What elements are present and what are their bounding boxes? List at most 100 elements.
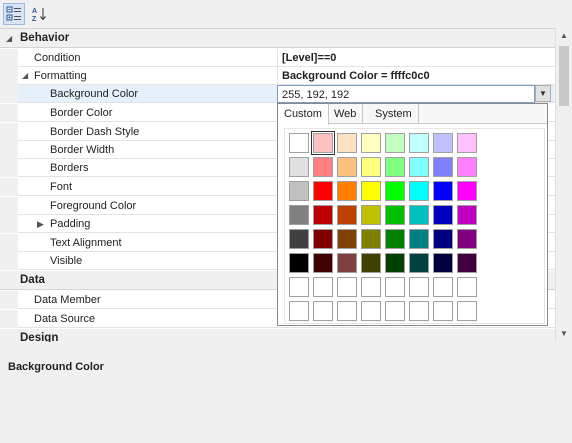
- background-color-input[interactable]: 255, 192, 192: [277, 85, 535, 103]
- color-swatch[interactable]: [313, 157, 333, 177]
- tab-custom[interactable]: Custom: [278, 104, 329, 125]
- category-label: Behavior: [20, 32, 70, 44]
- color-swatch[interactable]: [385, 229, 405, 249]
- color-swatch[interactable]: [361, 277, 381, 297]
- color-swatch[interactable]: [361, 133, 381, 153]
- color-swatch[interactable]: [313, 253, 333, 273]
- category-design[interactable]: Design: [0, 329, 555, 342]
- property-name: Padding: [50, 218, 91, 230]
- row-gutter: [0, 215, 18, 233]
- color-swatch[interactable]: [457, 157, 477, 177]
- color-swatch[interactable]: [313, 277, 333, 297]
- color-swatch[interactable]: [457, 181, 477, 201]
- color-swatch[interactable]: [361, 205, 381, 225]
- color-swatch[interactable]: [289, 181, 309, 201]
- property-row-formatting[interactable]: ◢ Formatting Background Color = ffffc0c0: [0, 67, 555, 85]
- color-swatch[interactable]: [337, 205, 357, 225]
- color-swatch[interactable]: [433, 253, 453, 273]
- row-gutter: [0, 197, 18, 215]
- category-behavior[interactable]: ◢ Behavior: [0, 29, 555, 48]
- color-swatch[interactable]: [433, 181, 453, 201]
- color-swatch[interactable]: [433, 301, 453, 321]
- color-swatch[interactable]: [409, 229, 429, 249]
- color-swatch[interactable]: [433, 277, 453, 297]
- color-swatch[interactable]: [433, 229, 453, 249]
- color-swatch[interactable]: [289, 229, 309, 249]
- color-swatch[interactable]: [337, 229, 357, 249]
- color-swatch[interactable]: [385, 133, 405, 153]
- color-swatch[interactable]: [361, 253, 381, 273]
- color-swatch[interactable]: [289, 157, 309, 177]
- color-swatch[interactable]: [433, 205, 453, 225]
- color-swatch[interactable]: [289, 277, 309, 297]
- color-swatch[interactable]: [289, 133, 309, 153]
- color-swatch[interactable]: [337, 301, 357, 321]
- row-gutter: [0, 104, 18, 122]
- expand-icon[interactable]: ▶: [37, 215, 44, 233]
- color-swatch[interactable]: [337, 181, 357, 201]
- color-swatch[interactable]: [385, 301, 405, 321]
- color-swatch[interactable]: [409, 133, 429, 153]
- property-row-condition[interactable]: Condition [Level]==0: [0, 49, 555, 67]
- color-swatch[interactable]: [409, 301, 429, 321]
- color-swatch[interactable]: [361, 229, 381, 249]
- scroll-down-button[interactable]: ▼: [556, 326, 572, 342]
- color-swatch[interactable]: [313, 301, 333, 321]
- color-swatch[interactable]: [385, 253, 405, 273]
- color-swatch[interactable]: [433, 133, 453, 153]
- color-swatch[interactable]: [457, 205, 477, 225]
- property-name: Data Source: [34, 313, 96, 325]
- scroll-thumb[interactable]: [559, 46, 569, 106]
- color-swatch[interactable]: [409, 205, 429, 225]
- color-swatch[interactable]: [313, 205, 333, 225]
- categorized-view-button[interactable]: [3, 3, 25, 25]
- color-swatch[interactable]: [361, 181, 381, 201]
- color-swatch[interactable]: [457, 253, 477, 273]
- tab-web[interactable]: Web: [328, 104, 364, 124]
- property-value[interactable]: Background Color = ffffc0c0: [277, 67, 555, 85]
- color-swatch[interactable]: [457, 133, 477, 153]
- property-name: Formatting: [34, 70, 87, 82]
- color-swatch[interactable]: [409, 277, 429, 297]
- chevron-down-icon: ▼: [539, 89, 547, 98]
- property-grid-toolbar: A Z: [0, 0, 572, 28]
- vertical-scrollbar[interactable]: ▲ ▼: [555, 28, 572, 342]
- color-swatch[interactable]: [361, 157, 381, 177]
- collapse-icon[interactable]: ◢: [22, 67, 28, 85]
- color-swatch[interactable]: [313, 229, 333, 249]
- color-swatch[interactable]: [409, 157, 429, 177]
- property-name: Border Dash Style: [50, 126, 140, 138]
- color-swatch[interactable]: [457, 229, 477, 249]
- property-name: Condition: [34, 52, 81, 64]
- color-swatch[interactable]: [337, 253, 357, 273]
- color-swatch[interactable]: [457, 277, 477, 297]
- color-swatch[interactable]: [457, 301, 477, 321]
- color-swatch[interactable]: [385, 181, 405, 201]
- color-swatch[interactable]: [289, 301, 309, 321]
- row-gutter: [0, 85, 18, 103]
- color-swatch[interactable]: [361, 301, 381, 321]
- row-gutter: [0, 67, 18, 85]
- tab-system[interactable]: System: [369, 104, 419, 124]
- color-swatch[interactable]: [311, 131, 335, 155]
- color-swatch[interactable]: [409, 181, 429, 201]
- property-name: Text Alignment: [50, 237, 122, 249]
- color-swatch[interactable]: [385, 277, 405, 297]
- color-swatch[interactable]: [385, 157, 405, 177]
- collapse-icon[interactable]: ◢: [6, 29, 12, 48]
- color-swatch[interactable]: [313, 181, 333, 201]
- color-swatch[interactable]: [337, 133, 357, 153]
- color-swatch[interactable]: [385, 205, 405, 225]
- color-swatch[interactable]: [409, 253, 429, 273]
- color-swatch[interactable]: [337, 277, 357, 297]
- row-gutter: [0, 178, 18, 196]
- color-dropdown-button[interactable]: ▼: [535, 85, 551, 102]
- alphabetical-sort-button[interactable]: A Z: [28, 3, 50, 25]
- property-value[interactable]: [Level]==0: [277, 49, 555, 67]
- property-row-background-color[interactable]: Background Color 255, 192, 192: [0, 85, 555, 103]
- color-swatch[interactable]: [433, 157, 453, 177]
- color-swatch[interactable]: [337, 157, 357, 177]
- color-swatch[interactable]: [289, 253, 309, 273]
- scroll-up-button[interactable]: ▲: [556, 28, 572, 44]
- color-swatch[interactable]: [289, 205, 309, 225]
